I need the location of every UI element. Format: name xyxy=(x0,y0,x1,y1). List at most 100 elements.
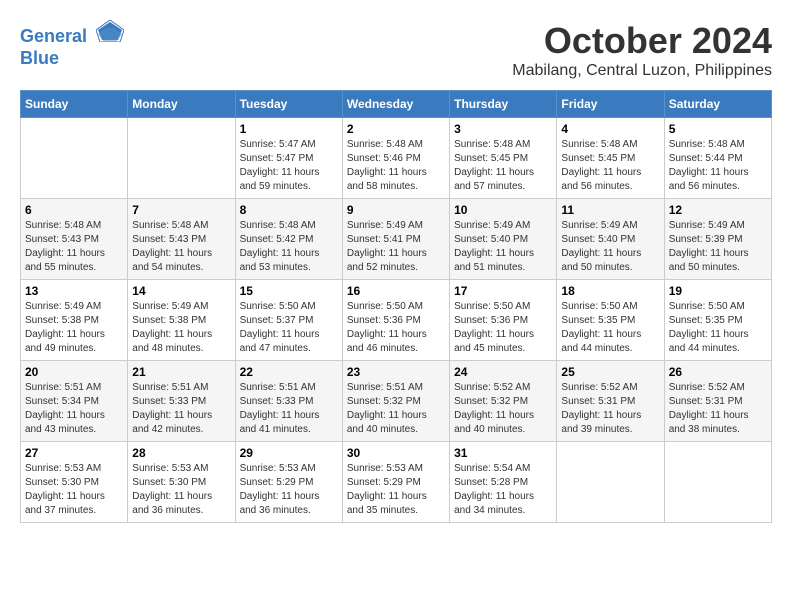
day-info: Sunrise: 5:51 AM Sunset: 5:33 PM Dayligh… xyxy=(132,381,230,437)
day-info: Sunrise: 5:51 AM Sunset: 5:32 PM Dayligh… xyxy=(347,381,445,437)
day-number: 18 xyxy=(561,284,659,298)
col-header-saturday: Saturday xyxy=(664,91,771,118)
logo: General Blue xyxy=(20,20,124,69)
calendar-cell: 6Sunrise: 5:48 AM Sunset: 5:43 PM Daylig… xyxy=(21,199,128,280)
day-number: 2 xyxy=(347,122,445,136)
day-info: Sunrise: 5:50 AM Sunset: 5:37 PM Dayligh… xyxy=(240,300,338,356)
col-header-wednesday: Wednesday xyxy=(342,91,449,118)
header-row: SundayMondayTuesdayWednesdayThursdayFrid… xyxy=(21,91,772,118)
day-number: 16 xyxy=(347,284,445,298)
calendar-cell: 12Sunrise: 5:49 AM Sunset: 5:39 PM Dayli… xyxy=(664,199,771,280)
day-number: 7 xyxy=(132,203,230,217)
calendar-table: SundayMondayTuesdayWednesdayThursdayFrid… xyxy=(20,90,772,523)
week-row-4: 20 Sunrise: 5:51 AM Sunset: 5:34 PM Dayli… xyxy=(21,361,772,442)
day-number: 1 xyxy=(240,122,338,136)
day-number: 14 xyxy=(132,284,230,298)
calendar-cell: 16Sunrise: 5:50 AM Sunset: 5:36 PM Dayli… xyxy=(342,280,449,361)
day-info: Sunrise: 5:53 AM Sunset: 5:30 PM Dayligh… xyxy=(132,462,230,518)
logo-text: General xyxy=(20,20,124,48)
calendar-cell: 21 Sunrise: 5:51 AM Sunset: 5:33 PM Dayli… xyxy=(128,361,235,442)
day-number: 15 xyxy=(240,284,338,298)
day-info: Sunrise: 5:51 AM Sunset: 5:34 PM Dayligh… xyxy=(25,381,123,437)
col-header-thursday: Thursday xyxy=(450,91,557,118)
day-info: Sunrise: 5:49 AM Sunset: 5:40 PM Dayligh… xyxy=(454,219,552,275)
calendar-cell xyxy=(557,442,664,523)
calendar-cell: 13 Sunrise: 5:49 AM Sunset: 5:38 PM Dayli… xyxy=(21,280,128,361)
day-number: 10 xyxy=(454,203,552,217)
calendar-cell: 11Sunrise: 5:49 AM Sunset: 5:40 PM Dayli… xyxy=(557,199,664,280)
calendar-cell: 31 Sunrise: 5:54 AM Sunset: 5:28 PM Dayli… xyxy=(450,442,557,523)
calendar-cell: 20 Sunrise: 5:51 AM Sunset: 5:34 PM Dayli… xyxy=(21,361,128,442)
week-row-3: 13 Sunrise: 5:49 AM Sunset: 5:38 PM Dayli… xyxy=(21,280,772,361)
title-block: October 2024 Mabilang, Central Luzon, Ph… xyxy=(512,20,772,80)
day-number: 23 xyxy=(347,365,445,379)
day-info: Sunrise: 5:49 AM Sunset: 5:38 PM Dayligh… xyxy=(132,300,230,356)
day-number: 25 xyxy=(561,365,659,379)
day-info: Sunrise: 5:50 AM Sunset: 5:35 PM Dayligh… xyxy=(561,300,659,356)
calendar-cell: 26Sunrise: 5:52 AM Sunset: 5:31 PM Dayli… xyxy=(664,361,771,442)
month-title: October 2024 xyxy=(512,20,772,62)
col-header-tuesday: Tuesday xyxy=(235,91,342,118)
day-number: 19 xyxy=(669,284,767,298)
day-info: Sunrise: 5:48 AM Sunset: 5:45 PM Dayligh… xyxy=(454,138,552,194)
calendar-cell xyxy=(664,442,771,523)
day-number: 29 xyxy=(240,446,338,460)
day-info: Sunrise: 5:53 AM Sunset: 5:29 PM Dayligh… xyxy=(240,462,338,518)
logo-icon xyxy=(96,20,124,42)
day-info: Sunrise: 5:47 AM Sunset: 5:47 PM Dayligh… xyxy=(240,138,338,194)
calendar-cell: 5 Sunrise: 5:48 AM Sunset: 5:44 PM Daylig… xyxy=(664,118,771,199)
day-number: 30 xyxy=(347,446,445,460)
day-number: 28 xyxy=(132,446,230,460)
calendar-cell: 30 Sunrise: 5:53 AM Sunset: 5:29 PM Dayli… xyxy=(342,442,449,523)
day-number: 5 xyxy=(669,122,767,136)
day-info: Sunrise: 5:53 AM Sunset: 5:29 PM Dayligh… xyxy=(347,462,445,518)
day-number: 24 xyxy=(454,365,552,379)
col-header-sunday: Sunday xyxy=(21,91,128,118)
calendar-cell xyxy=(128,118,235,199)
day-info: Sunrise: 5:48 AM Sunset: 5:44 PM Dayligh… xyxy=(669,138,767,194)
calendar-cell xyxy=(21,118,128,199)
calendar-cell: 4 Sunrise: 5:48 AM Sunset: 5:45 PM Daylig… xyxy=(557,118,664,199)
calendar-cell: 22Sunrise: 5:51 AM Sunset: 5:33 PM Dayli… xyxy=(235,361,342,442)
col-header-monday: Monday xyxy=(128,91,235,118)
calendar-cell: 19 Sunrise: 5:50 AM Sunset: 5:35 PM Dayli… xyxy=(664,280,771,361)
logo-blue: Blue xyxy=(20,48,124,70)
day-info: Sunrise: 5:53 AM Sunset: 5:30 PM Dayligh… xyxy=(25,462,123,518)
day-number: 3 xyxy=(454,122,552,136)
calendar-cell: 1 Sunrise: 5:47 AM Sunset: 5:47 PM Daylig… xyxy=(235,118,342,199)
day-info: Sunrise: 5:50 AM Sunset: 5:35 PM Dayligh… xyxy=(669,300,767,356)
calendar-cell: 17 Sunrise: 5:50 AM Sunset: 5:36 PM Dayli… xyxy=(450,280,557,361)
week-row-1: 1 Sunrise: 5:47 AM Sunset: 5:47 PM Daylig… xyxy=(21,118,772,199)
day-info: Sunrise: 5:49 AM Sunset: 5:38 PM Dayligh… xyxy=(25,300,123,356)
day-number: 20 xyxy=(25,365,123,379)
day-number: 31 xyxy=(454,446,552,460)
location: Mabilang, Central Luzon, Philippines xyxy=(512,62,772,80)
page-header: General Blue October 2024 Mabilang, Cent… xyxy=(20,20,772,80)
day-number: 27 xyxy=(25,446,123,460)
day-info: Sunrise: 5:48 AM Sunset: 5:43 PM Dayligh… xyxy=(132,219,230,275)
day-info: Sunrise: 5:48 AM Sunset: 5:42 PM Dayligh… xyxy=(240,219,338,275)
day-number: 21 xyxy=(132,365,230,379)
day-number: 13 xyxy=(25,284,123,298)
day-info: Sunrise: 5:52 AM Sunset: 5:31 PM Dayligh… xyxy=(669,381,767,437)
calendar-cell: 7 Sunrise: 5:48 AM Sunset: 5:43 PM Daylig… xyxy=(128,199,235,280)
calendar-cell: 28 Sunrise: 5:53 AM Sunset: 5:30 PM Dayli… xyxy=(128,442,235,523)
col-header-friday: Friday xyxy=(557,91,664,118)
day-info: Sunrise: 5:50 AM Sunset: 5:36 PM Dayligh… xyxy=(454,300,552,356)
calendar-cell: 24Sunrise: 5:52 AM Sunset: 5:32 PM Dayli… xyxy=(450,361,557,442)
day-info: Sunrise: 5:48 AM Sunset: 5:45 PM Dayligh… xyxy=(561,138,659,194)
calendar-cell: 3 Sunrise: 5:48 AM Sunset: 5:45 PM Daylig… xyxy=(450,118,557,199)
day-info: Sunrise: 5:51 AM Sunset: 5:33 PM Dayligh… xyxy=(240,381,338,437)
day-number: 4 xyxy=(561,122,659,136)
calendar-cell: 23 Sunrise: 5:51 AM Sunset: 5:32 PM Dayli… xyxy=(342,361,449,442)
day-number: 11 xyxy=(561,203,659,217)
day-number: 8 xyxy=(240,203,338,217)
calendar-cell: 2 Sunrise: 5:48 AM Sunset: 5:46 PM Daylig… xyxy=(342,118,449,199)
calendar-cell: 9Sunrise: 5:49 AM Sunset: 5:41 PM Daylig… xyxy=(342,199,449,280)
day-number: 17 xyxy=(454,284,552,298)
day-info: Sunrise: 5:48 AM Sunset: 5:46 PM Dayligh… xyxy=(347,138,445,194)
day-info: Sunrise: 5:48 AM Sunset: 5:43 PM Dayligh… xyxy=(25,219,123,275)
day-info: Sunrise: 5:49 AM Sunset: 5:41 PM Dayligh… xyxy=(347,219,445,275)
calendar-cell: 25Sunrise: 5:52 AM Sunset: 5:31 PM Dayli… xyxy=(557,361,664,442)
day-info: Sunrise: 5:54 AM Sunset: 5:28 PM Dayligh… xyxy=(454,462,552,518)
